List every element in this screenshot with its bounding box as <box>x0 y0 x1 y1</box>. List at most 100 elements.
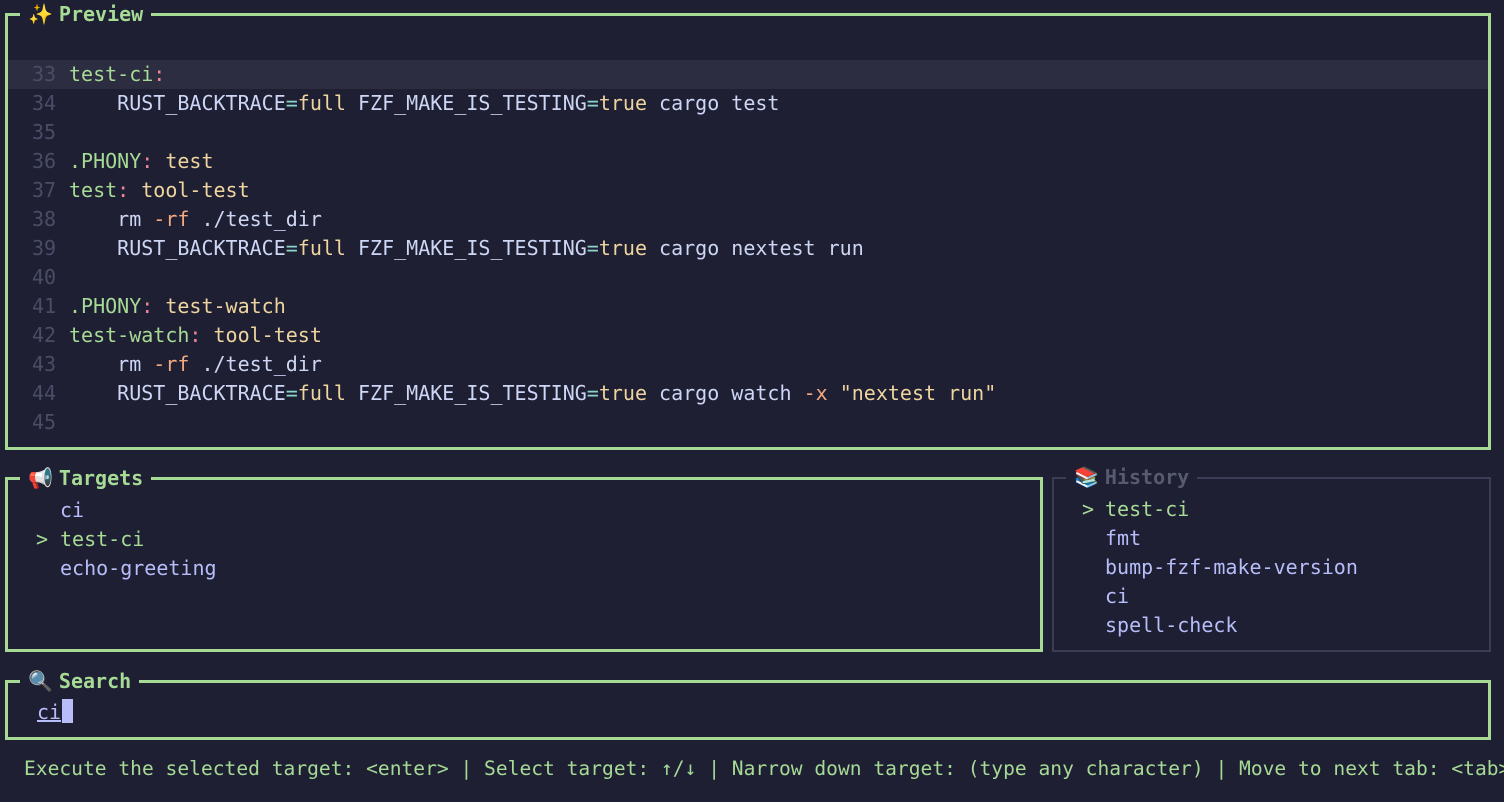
code-line: 40 <box>8 263 1488 292</box>
code-token: ./test_dir <box>189 352 322 376</box>
code-token: = <box>285 91 298 115</box>
line-source: .PHONY: test <box>69 147 214 176</box>
code-token: cargo test <box>647 91 780 115</box>
line-number: 39 <box>32 236 57 260</box>
code-token: FZF_MAKE_IS_TESTING <box>345 236 587 260</box>
code-token: true <box>598 91 648 115</box>
targets-list: ci > test-ci echo-greeting <box>8 496 1040 583</box>
history-item[interactable]: fmt <box>1054 524 1489 553</box>
history-item-label: spell-check <box>1105 613 1238 637</box>
history-title-label: History <box>1104 465 1190 489</box>
code-token: = <box>285 381 298 405</box>
code-token: test <box>69 178 118 202</box>
line-source: test: tool-test <box>69 176 250 205</box>
code-token: .PHONY <box>69 149 142 173</box>
line-source: rm -rf ./test_dir <box>69 350 322 379</box>
code-token: "nextest run" <box>839 381 997 405</box>
selection-caret: > <box>1082 497 1095 521</box>
code-token: test-ci <box>69 62 154 86</box>
magnifier-icon: 🔍 <box>28 669 53 693</box>
books-icon: 📚 <box>1074 465 1099 489</box>
code-token: cargo nextest run <box>647 236 864 260</box>
line-source: rm -rf ./test_dir <box>69 205 322 234</box>
line-number: 40 <box>32 265 57 289</box>
code-token: true <box>598 236 648 260</box>
history-item[interactable]: bump-fzf-make-version <box>1054 553 1489 582</box>
history-item-label: ci <box>1105 584 1130 608</box>
line-number: 38 <box>32 207 57 231</box>
code-token: tool-test <box>201 323 322 347</box>
code-token: FZF_MAKE_IS_TESTING <box>345 381 587 405</box>
code-line: 38 rm -rf ./test_dir <box>8 205 1488 234</box>
code-line: 43 rm -rf ./test_dir <box>8 350 1488 379</box>
code-token: : <box>141 294 154 318</box>
line-number: 44 <box>32 381 57 405</box>
code-line: 45 <box>8 408 1488 437</box>
targets-item[interactable]: echo-greeting <box>8 554 1040 583</box>
code-token: ./test_dir <box>189 207 322 231</box>
history-item[interactable]: > test-ci <box>1054 495 1489 524</box>
code-token: RUST_BACKTRACE <box>69 91 286 115</box>
megaphone-icon: 📢 <box>28 466 53 490</box>
line-number: 42 <box>32 323 57 347</box>
targets-title-label: Targets <box>58 466 144 490</box>
line-number: 45 <box>32 410 57 434</box>
history-title: 📚 History <box>1066 463 1198 491</box>
code-token: tool-test <box>129 178 250 202</box>
code-line: 34 RUST_BACKTRACE=full FZF_MAKE_IS_TESTI… <box>8 89 1488 118</box>
code-token: = <box>586 381 599 405</box>
history-item-label: test-ci <box>1105 497 1190 521</box>
code-token: RUST_BACKTRACE <box>69 381 286 405</box>
code-token: -rf <box>153 352 190 376</box>
code-line: 41 .PHONY: test-watch <box>8 292 1488 321</box>
code-token: true <box>598 381 648 405</box>
preview-panel: ✨ Preview 33 test-ci: 34 RUST_BACKTRACE=ful… <box>5 0 1491 450</box>
line-number: 33 <box>32 62 57 86</box>
history-item[interactable]: ci <box>1054 582 1489 611</box>
targets-panel: 📢 Targets ci > test-ci echo-greeting <box>5 464 1043 652</box>
code-token: full <box>297 91 346 115</box>
code-line: 44 RUST_BACKTRACE=full FZF_MAKE_IS_TESTI… <box>8 379 1488 408</box>
code-token: : <box>141 149 154 173</box>
line-source: RUST_BACKTRACE=full FZF_MAKE_IS_TESTING=… <box>69 89 779 118</box>
targets-title: 📢 Targets <box>20 464 152 492</box>
code-token: .PHONY <box>69 294 142 318</box>
code-token: full <box>297 381 346 405</box>
line-number: 35 <box>32 120 57 144</box>
code-token: -rf <box>153 207 190 231</box>
targets-item[interactable]: ci <box>8 496 1040 525</box>
search-title-label: Search <box>58 669 132 693</box>
text-cursor <box>62 699 74 723</box>
code-token: = <box>285 236 298 260</box>
code-token: test-watch <box>69 323 190 347</box>
line-source: RUST_BACKTRACE=full FZF_MAKE_IS_TESTING=… <box>69 379 996 408</box>
history-list: > test-ci fmt bump-fzf-make-version ci spell-… <box>1054 495 1489 640</box>
selection-caret: > <box>36 527 49 551</box>
targets-item-label: echo-greeting <box>60 556 217 580</box>
keybinding-help: Execute the selected target: <enter> | S… <box>24 757 1504 780</box>
preview-title-label: Preview <box>58 2 144 26</box>
history-item-label: fmt <box>1105 526 1142 550</box>
line-source: RUST_BACKTRACE=full FZF_MAKE_IS_TESTING=… <box>69 234 864 263</box>
code-token: rm <box>69 352 154 376</box>
history-item-label: bump-fzf-make-version <box>1105 555 1358 579</box>
code-preview: 33 test-ci: 34 RUST_BACKTRACE=full FZF_MAK… <box>8 60 1488 437</box>
code-token: = <box>586 236 599 260</box>
search-panel[interactable]: 🔍 Search ci <box>5 667 1491 740</box>
line-source: test-ci: <box>69 60 165 89</box>
history-panel: 📚 History > test-ci fmt bump-fzf-make-versio… <box>1052 463 1491 652</box>
code-line: 42 test-watch: tool-test <box>8 321 1488 350</box>
line-number: 34 <box>32 91 57 115</box>
code-line: 33 test-ci: <box>8 60 1488 89</box>
search-value: ci <box>37 700 62 724</box>
sparkles-icon: ✨ <box>28 2 53 26</box>
code-token: test <box>153 149 214 173</box>
code-token: RUST_BACKTRACE <box>69 236 286 260</box>
preview-title: ✨ Preview <box>20 0 152 28</box>
history-item[interactable]: spell-check <box>1054 611 1489 640</box>
search-input[interactable]: ci <box>37 698 74 726</box>
code-token: FZF_MAKE_IS_TESTING <box>345 91 587 115</box>
targets-item[interactable]: > test-ci <box>8 525 1040 554</box>
search-title: 🔍 Search <box>20 667 140 695</box>
